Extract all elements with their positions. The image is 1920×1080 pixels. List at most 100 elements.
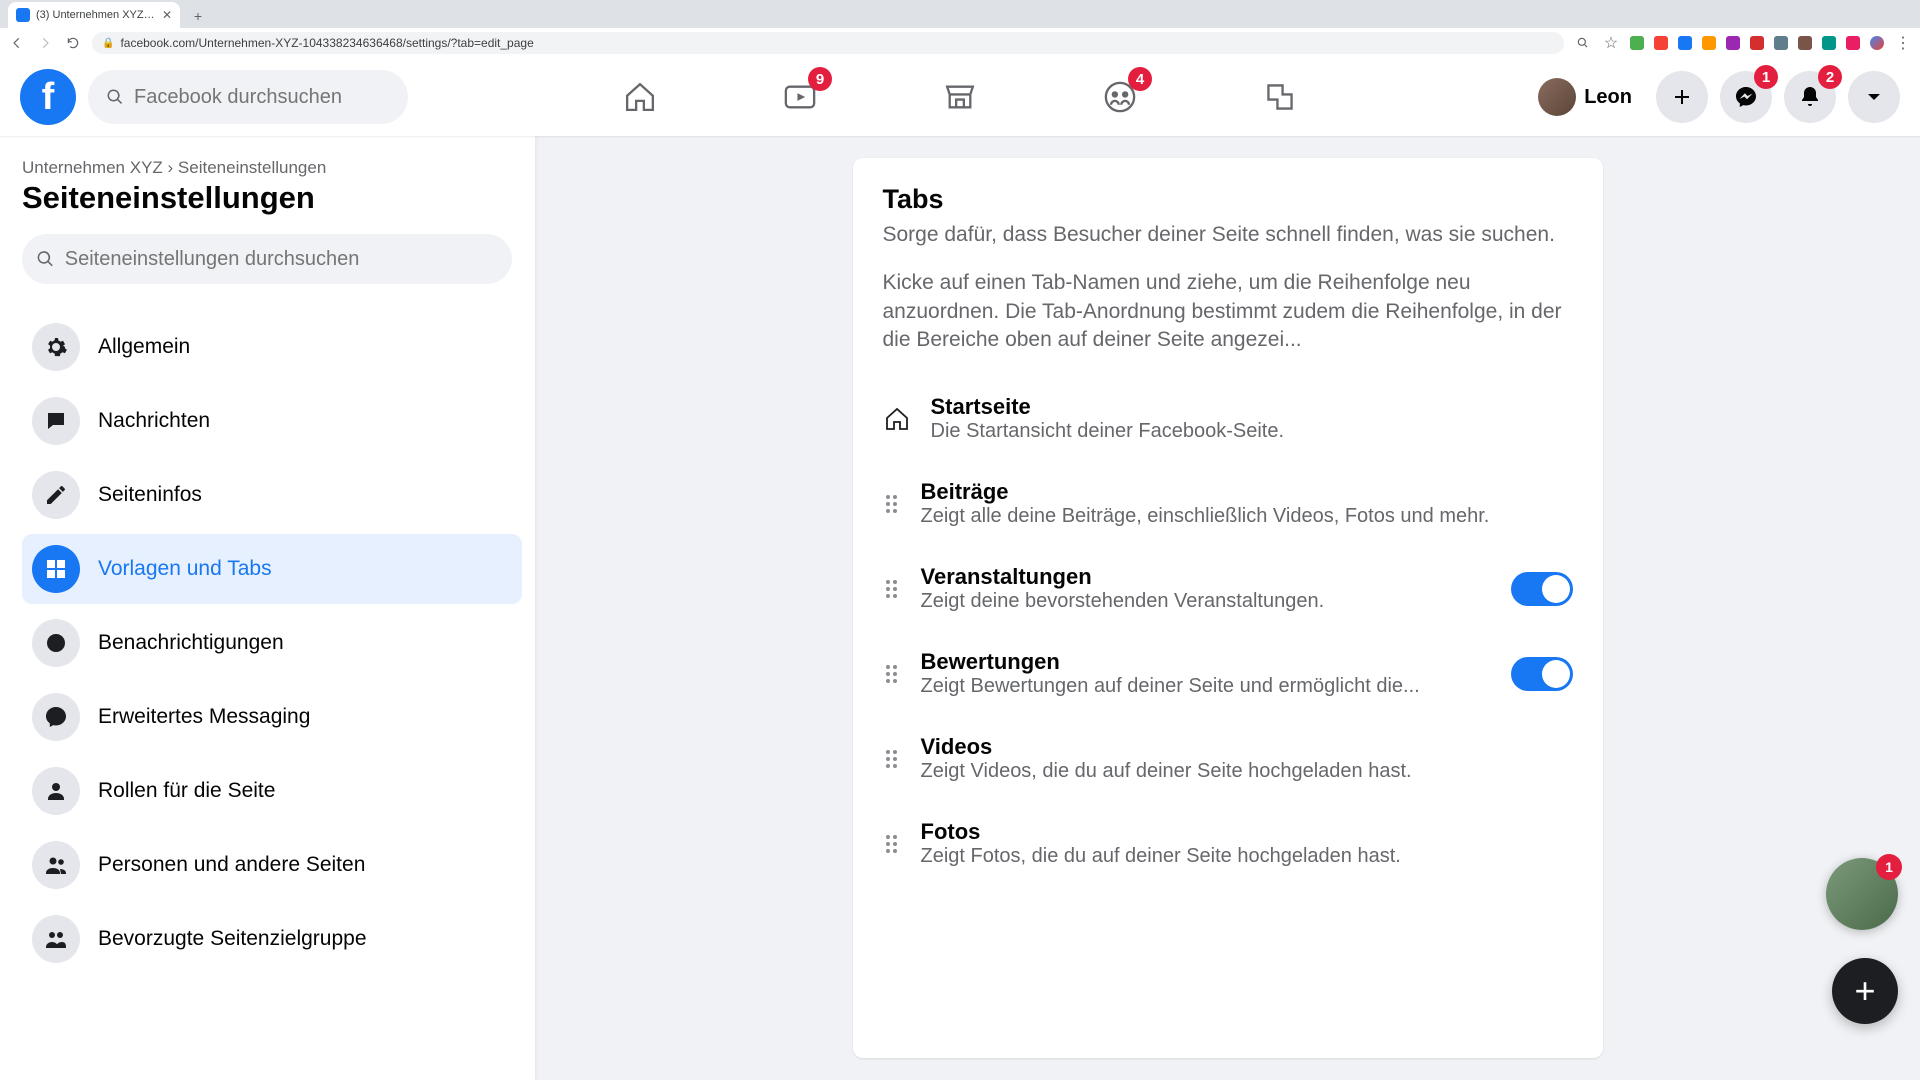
sidebar-item-label: Allgemein bbox=[98, 335, 190, 359]
ext-icon[interactable] bbox=[1726, 36, 1740, 50]
fb-logo[interactable]: f bbox=[20, 69, 76, 125]
ext-icon[interactable] bbox=[1798, 36, 1812, 50]
tab-name: Startseite bbox=[931, 394, 1573, 420]
drag-handle-icon[interactable] bbox=[883, 750, 901, 768]
close-icon[interactable]: ✕ bbox=[162, 8, 172, 22]
sidebar-item-rollen[interactable]: Rollen für die Seite bbox=[22, 756, 522, 826]
breadcrumb-current: Seiteneinstellungen bbox=[178, 158, 326, 177]
sidebar-item-label: Bevorzugte Seitenzielgruppe bbox=[98, 927, 367, 951]
sidebar-item-personen-seiten[interactable]: Personen und andere Seiten bbox=[22, 830, 522, 900]
breadcrumb-parent[interactable]: Unternehmen XYZ bbox=[22, 158, 163, 177]
search-icon bbox=[36, 249, 55, 269]
zoom-icon[interactable] bbox=[1574, 34, 1592, 52]
sidebar-item-label: Rollen für die Seite bbox=[98, 779, 275, 803]
sidebar-item-nachrichten[interactable]: Nachrichten bbox=[22, 386, 522, 456]
account-dropdown[interactable] bbox=[1848, 71, 1900, 123]
ext-icon[interactable] bbox=[1750, 36, 1764, 50]
avatar bbox=[1538, 78, 1576, 116]
sidebar-item-allgemein[interactable]: Allgemein bbox=[22, 312, 522, 382]
ext-icon[interactable] bbox=[1630, 36, 1644, 50]
ext-icon[interactable] bbox=[1702, 36, 1716, 50]
sidebar-item-label: Seiteninfos bbox=[98, 483, 202, 507]
sidebar-item-zielgruppe[interactable]: Bevorzugte Seitenzielgruppe bbox=[22, 904, 522, 974]
sidebar-item-label: Erweitertes Messaging bbox=[98, 705, 310, 729]
tab-row-beitraege[interactable]: Beiträge Zeigt alle deine Beiträge, eins… bbox=[883, 461, 1573, 546]
nav-marketplace[interactable] bbox=[938, 75, 982, 119]
drag-handle-icon[interactable] bbox=[883, 835, 901, 853]
chat-head[interactable]: 1 bbox=[1826, 858, 1898, 930]
fb-search[interactable] bbox=[88, 70, 408, 124]
tab-row-veranstaltungen[interactable]: Veranstaltungen Zeigt deine bevorstehend… bbox=[883, 546, 1573, 631]
menu-icon[interactable]: ⋮ bbox=[1894, 34, 1912, 52]
tab-desc: Zeigt Bewertungen auf deiner Seite und e… bbox=[921, 675, 1491, 698]
people-icon bbox=[44, 853, 68, 877]
notifications-button[interactable]: 2 bbox=[1784, 71, 1836, 123]
tab-desc: Zeigt deine bevorstehenden Veranstaltung… bbox=[921, 590, 1491, 613]
ext-icon[interactable] bbox=[1822, 36, 1836, 50]
grid-icon bbox=[44, 557, 68, 581]
settings-search[interactable] bbox=[22, 234, 512, 284]
toggle-switch[interactable] bbox=[1511, 572, 1573, 606]
tab-name: Bewertungen bbox=[921, 649, 1491, 675]
tab-row-bewertungen[interactable]: Bewertungen Zeigt Bewertungen auf deiner… bbox=[883, 631, 1573, 716]
sidebar-item-benachrichtigungen[interactable]: Benachrichtigungen bbox=[22, 608, 522, 678]
nav-watch[interactable]: 9 bbox=[778, 75, 822, 119]
nav-gaming[interactable] bbox=[1258, 75, 1302, 119]
tab-name: Veranstaltungen bbox=[921, 564, 1491, 590]
card-description: Sorge dafür, dass Besucher deiner Seite … bbox=[883, 221, 1573, 249]
tab-name: Videos bbox=[921, 734, 1573, 760]
star-icon[interactable]: ☆ bbox=[1602, 34, 1620, 52]
new-message-fab[interactable]: + bbox=[1832, 958, 1898, 1024]
drag-handle-icon[interactable] bbox=[883, 580, 901, 598]
forward-button[interactable] bbox=[36, 34, 54, 52]
card-description-2: Kicke auf einen Tab-Namen und ziehe, um … bbox=[883, 269, 1573, 354]
fb-search-input[interactable] bbox=[134, 86, 390, 109]
ext-icon[interactable] bbox=[1846, 36, 1860, 50]
sidebar: Unternehmen XYZ › Seiteneinstellungen Se… bbox=[0, 136, 535, 1080]
extensions-tray: ⋮ bbox=[1630, 34, 1912, 52]
nav-groups[interactable]: 4 bbox=[1098, 75, 1142, 119]
url-text: facebook.com/Unternehmen-XYZ-10433823463… bbox=[120, 36, 533, 50]
tab-name: Beiträge bbox=[921, 479, 1573, 505]
new-tab-button[interactable]: + bbox=[186, 4, 210, 28]
tab-row-fotos[interactable]: Fotos Zeigt Fotos, die du auf deiner Sei… bbox=[883, 801, 1573, 886]
settings-search-input[interactable] bbox=[65, 248, 498, 271]
search-icon bbox=[106, 87, 124, 107]
page-title: Seiteneinstellungen bbox=[22, 180, 523, 216]
right-controls: Leon 1 2 bbox=[1538, 71, 1900, 123]
center-nav: 9 4 bbox=[618, 75, 1302, 119]
back-button[interactable] bbox=[8, 34, 26, 52]
ext-icon[interactable] bbox=[1654, 36, 1668, 50]
toggle-switch[interactable] bbox=[1511, 657, 1573, 691]
user-name: Leon bbox=[1584, 86, 1632, 109]
nav-home[interactable] bbox=[618, 75, 662, 119]
address-bar[interactable]: 🔒 facebook.com/Unternehmen-XYZ-104338234… bbox=[92, 32, 1564, 54]
sidebar-item-seiteninfos[interactable]: Seiteninfos bbox=[22, 460, 522, 530]
drag-handle-icon[interactable] bbox=[883, 665, 901, 683]
tab-row-startseite[interactable]: Startseite Die Startansicht deiner Faceb… bbox=[883, 376, 1573, 461]
chat-icon bbox=[44, 409, 68, 433]
ext-icon[interactable] bbox=[1678, 36, 1692, 50]
globe-icon bbox=[44, 631, 68, 655]
pencil-icon bbox=[44, 483, 68, 507]
breadcrumb[interactable]: Unternehmen XYZ › Seiteneinstellungen bbox=[22, 158, 523, 178]
messenger-icon bbox=[44, 705, 68, 729]
lock-icon: 🔒 bbox=[102, 38, 114, 49]
messenger-button[interactable]: 1 bbox=[1720, 71, 1772, 123]
browser-tab[interactable]: (3) Unternehmen XYZ | Faceb ✕ bbox=[8, 2, 180, 28]
sidebar-item-erweitertes-messaging[interactable]: Erweitertes Messaging bbox=[22, 682, 522, 752]
create-button[interactable] bbox=[1656, 71, 1708, 123]
notifications-badge: 2 bbox=[1818, 65, 1842, 89]
profile-avatar-ext[interactable] bbox=[1870, 36, 1884, 50]
tabs-card: Tabs Sorge dafür, dass Besucher deiner S… bbox=[853, 158, 1603, 1058]
person-icon bbox=[44, 779, 68, 803]
drag-handle-icon[interactable] bbox=[883, 495, 901, 513]
reload-button[interactable] bbox=[64, 34, 82, 52]
tab-title: (3) Unternehmen XYZ | Faceb bbox=[36, 9, 156, 21]
ext-icon[interactable] bbox=[1774, 36, 1788, 50]
sidebar-item-vorlagen-tabs[interactable]: Vorlagen und Tabs bbox=[22, 534, 522, 604]
card-title: Tabs bbox=[883, 184, 1573, 215]
profile-chip[interactable]: Leon bbox=[1538, 78, 1644, 116]
sidebar-item-label: Benachrichtigungen bbox=[98, 631, 284, 655]
tab-row-videos[interactable]: Videos Zeigt Videos, die du auf deiner S… bbox=[883, 716, 1573, 801]
